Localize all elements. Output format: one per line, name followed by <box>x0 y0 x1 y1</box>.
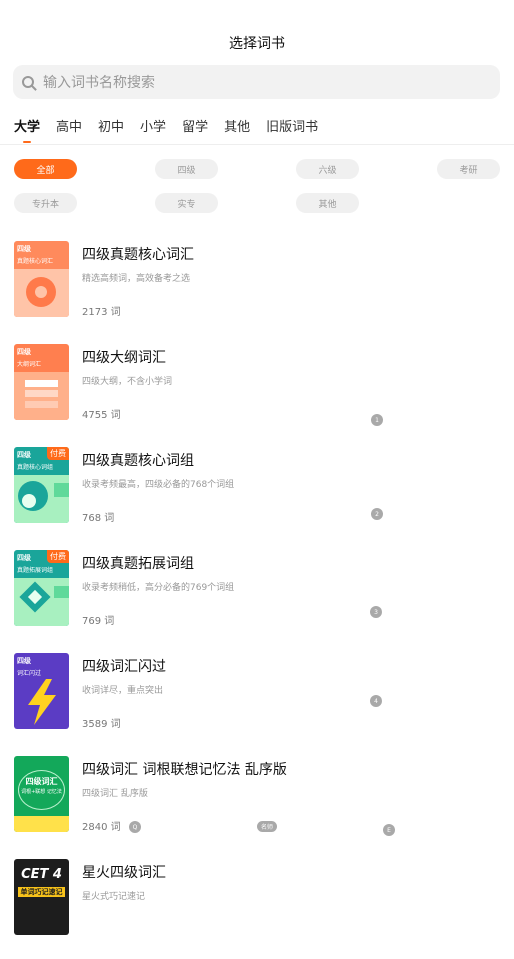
search-icon <box>22 76 34 88</box>
filter-all[interactable]: 全部 <box>14 159 77 179</box>
book-title: 四级大纲词汇 <box>82 350 166 366</box>
book-word-count: 768 词 <box>82 513 115 524</box>
index-badge: Q <box>129 821 141 833</box>
book-word-count: 2173 词 <box>82 307 121 318</box>
index-badge: 2 <box>371 508 383 520</box>
category-tabs: 大学 高中 初中 小学 留学 其他 旧版词书 <box>14 116 334 143</box>
book-description: 四级大纲，不含小学词 <box>82 377 173 387</box>
book-description: 收录考频最高，四级必备的768个词组 <box>82 480 235 490</box>
book-item[interactable]: 四级词汇 词根+联想 记忆法 四级词汇 词根联想记忆法 乱序版 四级词汇 乱序版… <box>0 756 514 856</box>
book-cover: 四级 真题核心词组 付费 <box>14 447 69 523</box>
tab-study-abroad[interactable]: 留学 <box>182 116 208 135</box>
book-word-count: 769 词 <box>82 616 115 627</box>
book-description: 四级词汇 乱序版 <box>82 789 148 799</box>
book-title: 四级词汇闪过 <box>82 659 166 675</box>
book-item[interactable]: CET 4 单词巧记速记 星火四级词汇 星火式巧记速记 <box>0 859 514 959</box>
book-description: 收词详尽，重点突出 <box>82 686 164 696</box>
tab-middle-school[interactable]: 初中 <box>98 116 124 135</box>
book-title: 四级真题拓展词组 <box>82 556 194 572</box>
index-badge: 4 <box>370 695 382 707</box>
book-item[interactable]: 四级 真题拓展词组 付费 四级真题拓展词组 收录考频稍低，高分必备的769个词组… <box>0 550 514 650</box>
tab-old-books[interactable]: 旧版词书 <box>266 116 318 135</box>
book-word-count: 2840 词 <box>82 822 121 833</box>
book-cover: 四级 真题拓展词组 付费 <box>14 550 69 626</box>
book-word-count: 4755 词 <box>82 410 121 421</box>
book-description: 星火式巧记速记 <box>82 892 146 902</box>
book-cover: 四级 真题核心词汇 <box>14 241 69 317</box>
book-cover: 四级词汇 词根+联想 记忆法 <box>14 756 69 832</box>
index-badge: E <box>383 824 395 836</box>
filter-postgrad[interactable]: 考研 <box>437 159 500 179</box>
book-item[interactable]: 四级 大纲词汇 四级大纲词汇 四级大纲，不含小学词 4755 词 <box>0 344 514 444</box>
book-cover: CET 4 单词巧记速记 <box>14 859 69 935</box>
filter-other[interactable]: 其他 <box>296 193 359 213</box>
book-description: 收录考频稍低，高分必备的769个词组 <box>82 583 235 593</box>
page-title: 选择词书 <box>229 36 285 52</box>
search-bar[interactable]: 输入词书名称搜索 <box>13 65 500 99</box>
index-badge: 名师 <box>257 821 278 832</box>
index-badge: 1 <box>371 414 383 426</box>
book-cover: 四级 大纲词汇 <box>14 344 69 420</box>
tab-other[interactable]: 其他 <box>224 116 250 135</box>
paid-badge: 付费 <box>47 447 69 460</box>
book-title: 四级真题核心词组 <box>82 453 194 469</box>
paid-badge: 付费 <box>47 550 69 563</box>
filter-cet6[interactable]: 六级 <box>296 159 359 179</box>
divider <box>0 144 514 145</box>
tab-primary-school[interactable]: 小学 <box>140 116 166 135</box>
book-title: 星火四级词汇 <box>82 865 166 881</box>
book-description: 精选高频词，高效备考之选 <box>82 274 191 284</box>
tab-high-school[interactable]: 高中 <box>56 116 82 135</box>
search-placeholder: 输入词书名称搜索 <box>43 75 155 91</box>
filter-upgrade[interactable]: 专升本 <box>14 193 77 213</box>
book-item[interactable]: 四级 词汇闪过 四级词汇闪过 收词详尽，重点突出 3589 词 <box>0 653 514 753</box>
book-title: 四级词汇 词根联想记忆法 乱序版 <box>82 762 287 778</box>
book-title: 四级真题核心词汇 <box>82 247 194 263</box>
tab-college[interactable]: 大学 <box>14 116 40 143</box>
index-badge: 3 <box>370 606 382 618</box>
book-item[interactable]: 四级 真题核心词汇 四级真题核心词汇 精选高频词，高效备考之选 2173 词 <box>0 241 514 341</box>
book-word-count: 3589 词 <box>82 719 121 730</box>
book-item[interactable]: 四级 真题核心词组 付费 四级真题核心词组 收录考频最高，四级必备的768个词组… <box>0 447 514 547</box>
filter-vocational[interactable]: 实专 <box>155 193 218 213</box>
filter-cet4[interactable]: 四级 <box>155 159 218 179</box>
book-cover: 四级 词汇闪过 <box>14 653 69 729</box>
